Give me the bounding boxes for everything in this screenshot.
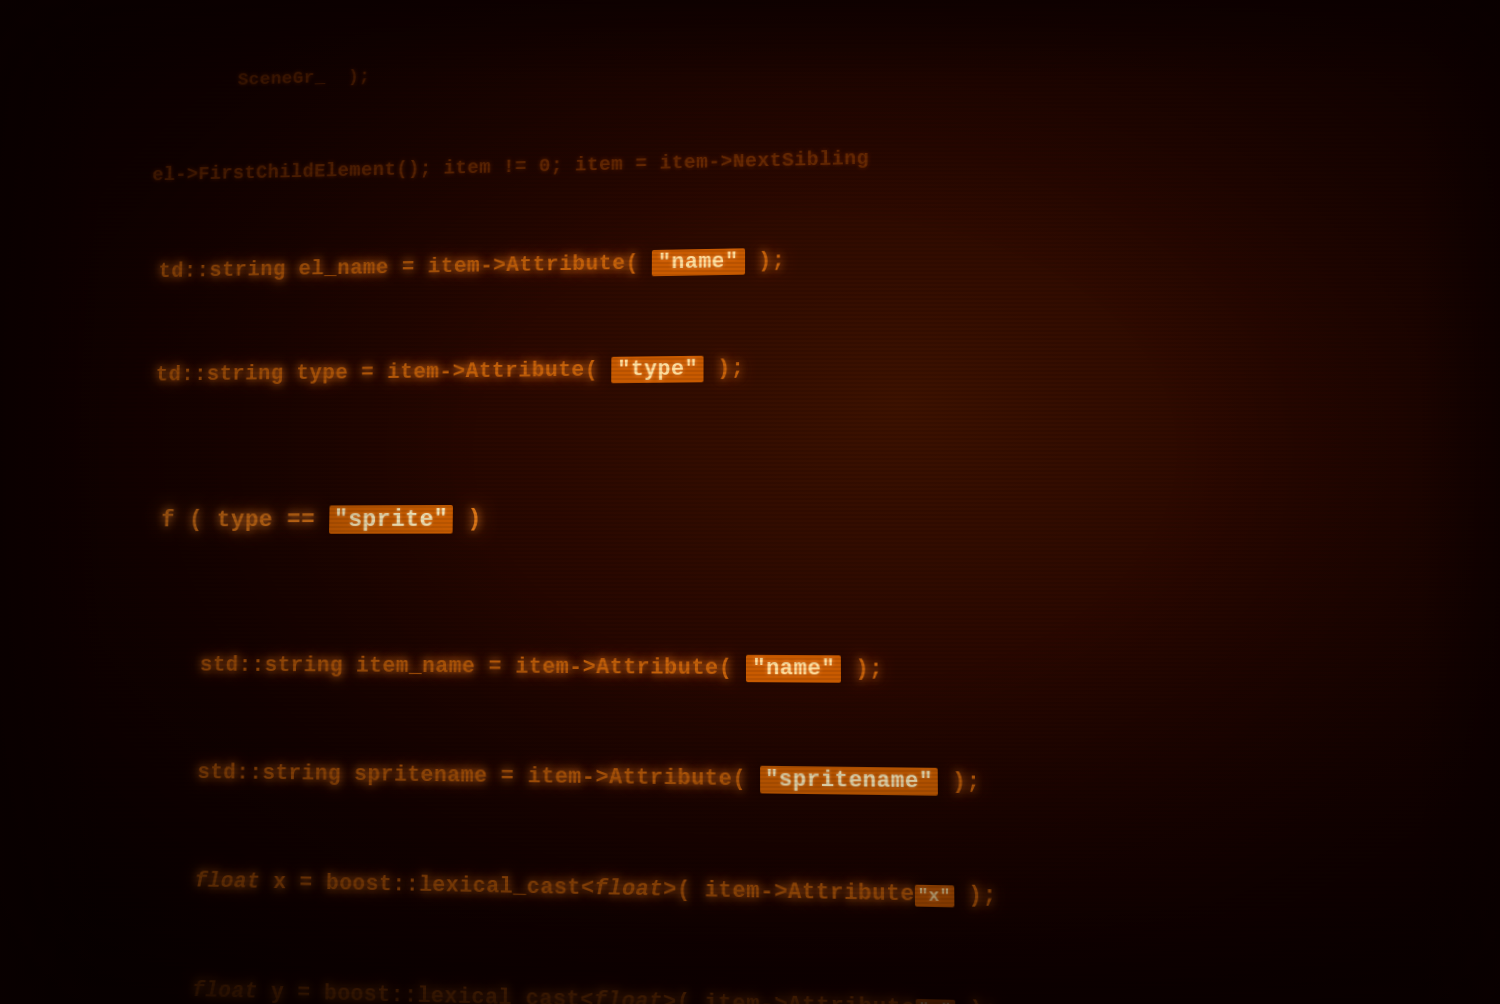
string-highlight-spritename: "spritename" [760, 766, 938, 796]
string-highlight-type: "type" [611, 356, 704, 384]
string-highlight-sprite: "sprite" [329, 505, 453, 534]
string-highlight-name2: "name" [746, 655, 841, 683]
code-line-8: std::string item_name = item->Attribute(… [45, 613, 1500, 733]
code-container: SceneGr_ ); el->FirstChildElement(); ite… [18, 0, 1500, 1004]
code-block: SceneGr_ ); el->FirstChildElement(); ite… [0, 0, 1500, 1004]
string-highlight-y: "y" [915, 999, 955, 1004]
code-line-7 [48, 578, 1500, 618]
code-screen: SceneGr_ ); el->FirstChildElement(); ite… [0, 0, 1500, 1004]
code-line-6: f ( type == "sprite" ) [49, 454, 1500, 579]
code-line-4: td::string type = item->Attribute( "type… [54, 304, 1500, 429]
string-highlight-x: "x" [914, 885, 954, 908]
string-highlight-name: "name" [652, 249, 745, 277]
